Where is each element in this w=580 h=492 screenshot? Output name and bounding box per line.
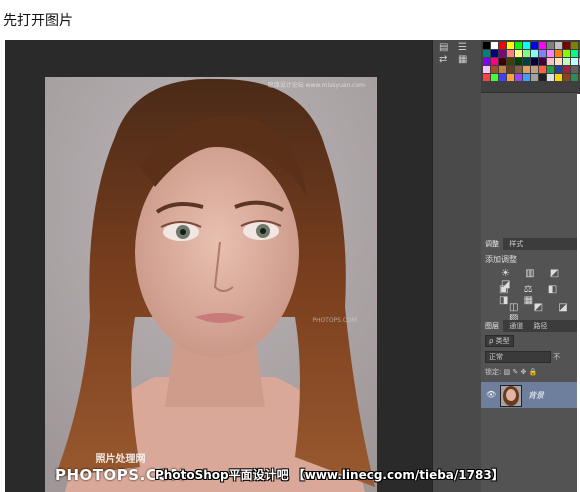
opacity-label: 不	[553, 353, 561, 361]
swatch[interactable]	[531, 74, 538, 81]
swatch[interactable]	[563, 58, 570, 65]
swatch[interactable]	[547, 74, 554, 81]
swatch[interactable]	[491, 50, 498, 57]
panel-icon-strip: ▤ ☰ ⇄ ▦	[432, 40, 482, 492]
swatch[interactable]	[515, 66, 522, 73]
caption-text: 先打开图片	[3, 13, 73, 29]
bottom-banner: PhotoShop平面设计吧 【www.linecg.com/tieba/178…	[155, 468, 504, 482]
swatch[interactable]	[515, 42, 522, 49]
watermark-middle: PHOTOPS.COM	[312, 317, 357, 324]
swatch[interactable]	[507, 58, 514, 65]
swatch[interactable]	[499, 74, 506, 81]
swatch[interactable]	[563, 42, 570, 49]
list-icon[interactable]: ☰	[458, 42, 472, 54]
swatch[interactable]	[547, 58, 554, 65]
layer-filter-select[interactable]: ρ 类型	[485, 335, 514, 347]
tab-channels[interactable]: 通道	[505, 320, 527, 332]
swatch[interactable]	[555, 74, 562, 81]
swatch[interactable]	[555, 66, 562, 73]
watermark-top: 思缘设计论坛 www.missyuan.com	[267, 82, 365, 89]
history-icon[interactable]: ▤	[439, 42, 453, 54]
swatches-panel[interactable]	[481, 40, 580, 94]
layer-filter-row: ρ 类型	[485, 335, 514, 347]
swatch[interactable]	[555, 42, 562, 49]
swatch[interactable]	[547, 42, 554, 49]
swatch[interactable]	[515, 50, 522, 57]
swatch[interactable]	[507, 42, 514, 49]
swatch[interactable]	[483, 42, 490, 49]
swatch[interactable]	[547, 66, 554, 73]
swatch[interactable]	[571, 42, 578, 49]
swatch[interactable]	[499, 66, 506, 73]
swatch[interactable]	[523, 42, 530, 49]
swatch[interactable]	[539, 74, 546, 81]
adjustments-title: 添加调整	[485, 255, 517, 264]
swatch[interactable]	[483, 74, 490, 81]
watermark-logo-cn: 照片处理网	[95, 454, 146, 465]
layer-name: 背景	[528, 391, 544, 400]
swatch[interactable]	[539, 50, 546, 57]
swatch[interactable]	[571, 50, 578, 57]
swatch[interactable]	[491, 42, 498, 49]
swatch[interactable]	[539, 66, 546, 73]
portrait-photo	[45, 77, 377, 492]
swatch[interactable]	[483, 66, 490, 73]
adjust-icon[interactable]: ⇄	[439, 54, 453, 66]
swatch[interactable]	[491, 58, 498, 65]
swatch[interactable]	[491, 74, 498, 81]
eye-icon[interactable]: 👁	[486, 390, 496, 399]
swatch[interactable]	[499, 50, 506, 57]
swatch[interactable]	[531, 50, 538, 57]
swatch[interactable]	[563, 74, 570, 81]
document-canvas-area[interactable]: 思缘设计论坛 www.missyuan.com PHOTOPS.COM 照片处理…	[5, 40, 432, 492]
swatch[interactable]	[531, 58, 538, 65]
swatch[interactable]	[539, 58, 546, 65]
swatch[interactable]	[523, 66, 530, 73]
lock-label: 锁定:	[485, 368, 502, 376]
layer-thumbnail	[500, 385, 522, 407]
swatch[interactable]	[571, 58, 578, 65]
lock-row: 锁定: ▧ ✎ ✥ 🔒	[485, 367, 537, 377]
swatch[interactable]	[563, 50, 570, 57]
layers-tabs: 图层 通道 路径	[481, 320, 577, 332]
blend-mode-row: 正常 不	[485, 351, 560, 363]
swatch[interactable]	[531, 66, 538, 73]
tab-paths[interactable]: 路径	[529, 320, 551, 332]
swatch[interactable]	[547, 50, 554, 57]
right-panels: 调整 样式 添加调整 ☀ ▥ ◩ ◪ ▣ ⚖ ◧ ◨ ▦ ◫ ◩ ◪ ▨ 图层 …	[481, 40, 580, 492]
swatch[interactable]	[555, 50, 562, 57]
tab-styles[interactable]: 样式	[505, 238, 527, 250]
layer-item-background[interactable]: 👁 背景	[481, 382, 577, 408]
swatch[interactable]	[507, 50, 514, 57]
swatch[interactable]	[507, 66, 514, 73]
tab-layers[interactable]: 图层	[481, 320, 503, 332]
swatch[interactable]	[555, 58, 562, 65]
swatch[interactable]	[571, 66, 578, 73]
photoshop-workspace: 思缘设计论坛 www.missyuan.com PHOTOPS.COM 照片处理…	[5, 40, 580, 492]
swatch[interactable]	[499, 42, 506, 49]
lock-icons[interactable]: ▧ ✎ ✥ 🔒	[504, 368, 538, 376]
swatch[interactable]	[507, 74, 514, 81]
blend-mode-select[interactable]: 正常	[485, 351, 551, 363]
tab-adjustments[interactable]: 调整	[481, 238, 503, 250]
swatch[interactable]	[483, 58, 490, 65]
swatch[interactable]	[523, 74, 530, 81]
swatch[interactable]	[531, 42, 538, 49]
adjustments-tabs: 调整 样式	[481, 238, 577, 250]
properties-panel	[481, 92, 577, 238]
swatch[interactable]	[515, 74, 522, 81]
swatch[interactable]	[563, 66, 570, 73]
swatch[interactable]	[571, 74, 578, 81]
swatch[interactable]	[491, 66, 498, 73]
document-image[interactable]: 思缘设计论坛 www.missyuan.com PHOTOPS.COM 照片处理…	[45, 77, 377, 492]
swatch[interactable]	[523, 58, 530, 65]
swatch[interactable]	[539, 42, 546, 49]
swatch[interactable]	[523, 50, 530, 57]
swatch[interactable]	[499, 58, 506, 65]
swatch[interactable]	[515, 58, 522, 65]
grid-icon[interactable]: ▦	[458, 54, 472, 66]
swatch[interactable]	[483, 50, 490, 57]
